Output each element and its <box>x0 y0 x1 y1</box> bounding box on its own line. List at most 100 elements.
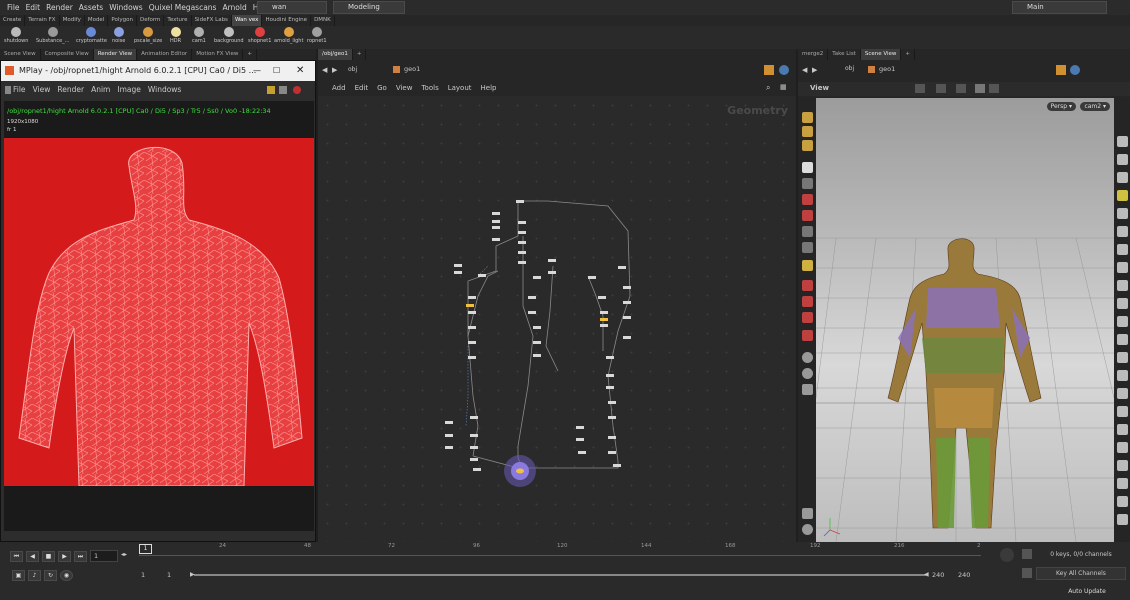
light-display-icon[interactable] <box>1117 190 1128 201</box>
attribute-display-icon[interactable] <box>1117 496 1128 507</box>
channel-icon[interactable] <box>1022 549 1032 559</box>
shelf-tool-cam1[interactable]: cam1 <box>192 26 206 45</box>
point-snap-icon[interactable] <box>802 330 813 341</box>
play-button[interactable]: ▶ <box>58 551 71 562</box>
grid-display-icon[interactable] <box>1117 406 1128 417</box>
lock-icon[interactable] <box>802 178 813 189</box>
shelf-tab-texture[interactable]: Texture <box>164 15 192 26</box>
snap-icon[interactable] <box>802 210 813 221</box>
auto-update-button[interactable]: Auto Update <box>1062 586 1112 598</box>
shelf-tool-cryptomatte[interactable]: cryptomatte <box>76 26 107 45</box>
step-back-button[interactable]: ◀ <box>26 551 39 562</box>
shelf-tab-dmnk[interactable]: DMNK <box>311 15 335 26</box>
network-menu-go[interactable]: Go <box>377 84 387 92</box>
tab-composite-view[interactable]: Composite View <box>41 49 94 60</box>
background-display-icon[interactable] <box>1117 226 1128 237</box>
tab-render-view[interactable]: Render View <box>93 49 138 60</box>
pose-icon[interactable] <box>802 260 813 271</box>
network-menu-tools[interactable]: Tools <box>421 84 438 92</box>
menu-quixel-megascans[interactable]: Quixel Megascans <box>146 0 220 15</box>
uv-display-icon[interactable] <box>1117 280 1128 291</box>
highlighted-nodes[interactable] <box>466 304 608 321</box>
shelf-tab-modify[interactable]: Modify <box>60 15 85 26</box>
shelf-tab-wan-vex[interactable]: Wan vex <box>231 15 263 26</box>
shelf-tab-houdini-engine[interactable]: Houdini Engine <box>262 15 312 26</box>
scene-name-field[interactable]: wan <box>257 1 327 14</box>
shelf-tab-create[interactable]: Create <box>0 15 26 26</box>
info-display-icon[interactable] <box>1117 460 1128 471</box>
network-canvas[interactable]: Geometry <box>318 96 796 542</box>
output-node[interactable] <box>504 455 536 487</box>
persp-toggle-icon[interactable] <box>802 368 813 379</box>
shelf-tool-hdr[interactable]: HDR <box>170 26 181 45</box>
record-icon[interactable] <box>293 86 301 94</box>
range-start-field[interactable]: 1 <box>141 571 145 579</box>
geometry-tool-icon[interactable] <box>802 112 813 123</box>
range-end-field[interactable]: 240 <box>932 571 944 579</box>
camera-link-icon[interactable] <box>802 352 813 363</box>
hull-display-icon[interactable] <box>1117 352 1128 363</box>
mplay-menu-file[interactable]: File <box>13 85 26 94</box>
tab-scene-view[interactable]: Scene View <box>860 49 902 60</box>
tab-obj-geo1[interactable]: /obj/geo1 <box>318 49 353 60</box>
shaded-icon[interactable] <box>1117 172 1128 183</box>
scene-pin-icon[interactable] <box>1056 65 1066 75</box>
handle-tool-icon[interactable] <box>989 84 999 93</box>
view-tool-icon[interactable] <box>975 84 985 93</box>
edge-display-icon[interactable] <box>1117 316 1128 327</box>
shelf-tool-shutdown[interactable]: shutdown <box>4 26 28 45</box>
scene-path-obj[interactable]: obj <box>845 65 854 72</box>
main-selector[interactable]: Main <box>1012 1 1107 14</box>
add-tab-icon[interactable]: + <box>353 49 367 60</box>
range-slider[interactable]: ▶ ◀ <box>190 572 930 578</box>
shelf-tool-shopnet1[interactable]: shopnet1 <box>248 26 271 45</box>
network-menu-view[interactable]: View <box>396 84 413 92</box>
mplay-menu-windows[interactable]: Windows <box>148 85 181 94</box>
search-icon[interactable]: ⌕ <box>766 83 770 93</box>
tab-scene-view[interactable]: Scene View <box>0 49 41 60</box>
maximize-icon[interactable]: ☐ <box>273 61 280 81</box>
vertex-display-icon[interactable] <box>1117 298 1128 309</box>
camera-display-icon[interactable] <box>1117 514 1128 525</box>
shelf-tool-ropnet1[interactable]: ropnet1 <box>307 26 327 45</box>
back-icon[interactable]: ◀ <box>322 66 327 74</box>
step-icon[interactable]: ◂▸ <box>121 551 127 558</box>
handle-snap-icon[interactable] <box>802 280 813 291</box>
mplay-menu-image[interactable]: Image <box>117 85 141 94</box>
key-all-icon[interactable] <box>1022 568 1032 578</box>
flipbook-icon[interactable] <box>802 524 813 535</box>
help-icon[interactable] <box>779 65 789 75</box>
add-tab-icon[interactable]: + <box>243 49 257 60</box>
menu-windows[interactable]: Windows <box>106 0 145 15</box>
tab-motion-fx-view[interactable]: Motion FX View <box>192 49 244 60</box>
shelf-tab-sidefx-labs[interactable]: SideFX Labs <box>192 15 232 26</box>
pin-icon[interactable] <box>764 65 774 75</box>
frame-settings-icon[interactable]: ◉ <box>60 570 73 581</box>
menu-assets[interactable]: Assets <box>76 0 106 15</box>
add-tab-icon[interactable]: + <box>901 49 916 60</box>
display-options-icon[interactable] <box>1117 136 1128 147</box>
mplay-menu-anim[interactable]: Anim <box>91 85 110 94</box>
ghost-icon[interactable] <box>1117 208 1128 219</box>
prim-snap-icon[interactable] <box>802 312 813 323</box>
network-menu-edit[interactable]: Edit <box>355 84 369 92</box>
render-viewer[interactable]: /obj/ropnet1/hight Arnold 6.0.2.1 [CPU] … <box>4 101 314 531</box>
shelf-tool-noise[interactable]: noise <box>112 26 125 45</box>
tab-take-list[interactable]: Take List <box>828 49 861 60</box>
mplay-menu-view[interactable]: View <box>33 85 51 94</box>
bbox-display-icon[interactable] <box>1117 370 1128 381</box>
range-end2-field[interactable]: 240 <box>958 571 970 579</box>
points-tool-icon[interactable] <box>802 126 813 137</box>
grid-snap-icon[interactable] <box>802 296 813 307</box>
shelf-tool-arnold-light[interactable]: arnold_light <box>274 26 303 45</box>
network-menu-add[interactable]: Add <box>332 84 346 92</box>
network-menu-layout[interactable]: Layout <box>448 84 472 92</box>
light-icon[interactable] <box>802 384 813 395</box>
shelf-tab-terrain-fx[interactable]: Terrain FX <box>25 15 60 26</box>
text-display-icon[interactable] <box>1117 442 1128 453</box>
forward-icon[interactable]: ▶ <box>332 66 337 74</box>
path-geo[interactable]: geo1 <box>404 65 420 73</box>
transform-tool-icon[interactable] <box>936 84 946 93</box>
tab-merge2[interactable]: merge2 <box>798 49 829 60</box>
range-start-handle[interactable]: ▶ <box>190 572 195 578</box>
